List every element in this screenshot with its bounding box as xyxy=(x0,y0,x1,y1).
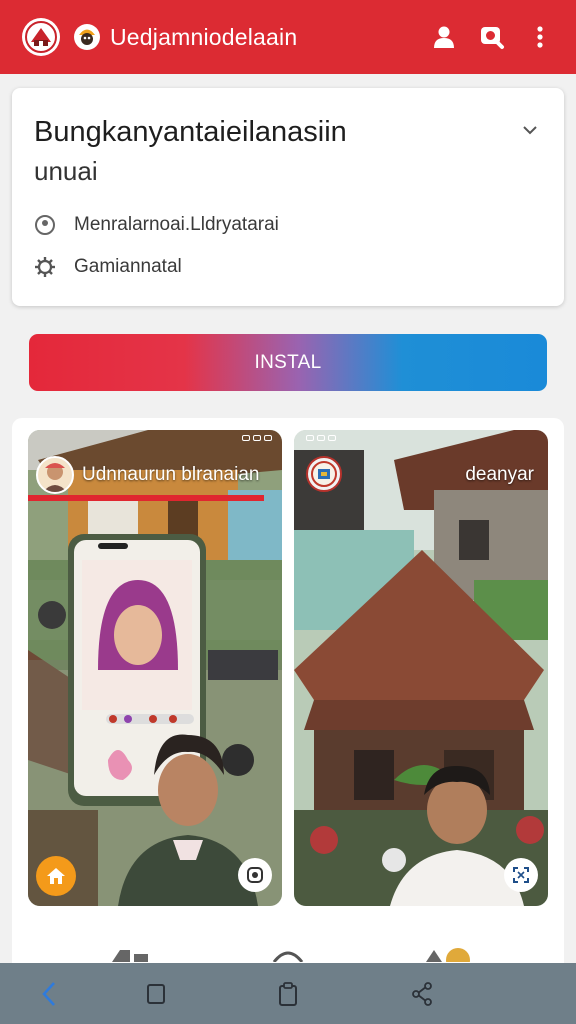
more-vert-icon[interactable] xyxy=(520,17,560,57)
category-text: Gamiannatal xyxy=(74,256,182,277)
install-button[interactable]: INSTAL xyxy=(29,334,547,391)
expand-icon[interactable] xyxy=(504,858,538,892)
app-subtitle: unuai xyxy=(34,156,98,186)
clipboard-icon[interactable] xyxy=(269,975,307,1013)
home-icon[interactable] xyxy=(36,856,76,896)
back-icon[interactable] xyxy=(30,975,68,1013)
system-nav-bar xyxy=(0,963,576,1024)
recents-icon[interactable] xyxy=(137,975,175,1013)
status-indicators xyxy=(242,435,272,441)
avatar xyxy=(36,456,74,494)
chevron-down-icon[interactable] xyxy=(518,118,542,142)
mascot-logo-icon xyxy=(74,24,100,50)
location-text: Menralarnoai.Lldryatarai xyxy=(74,214,279,235)
profile-icon[interactable] xyxy=(424,17,464,57)
village-photo-2 xyxy=(294,430,548,906)
brand-logo-icon[interactable] xyxy=(22,18,60,56)
app-info-card: Bungkanyantaieilanasiin unuai Menralarno… xyxy=(12,88,564,306)
partial-badge-icon xyxy=(426,948,470,962)
location-pin-icon xyxy=(35,215,55,235)
emblem-icon xyxy=(306,456,342,492)
screenshot-2[interactable]: deanyar xyxy=(294,430,548,906)
location-row: Menralarnoai.Lldryatarai xyxy=(34,214,279,236)
search-icon[interactable] xyxy=(472,17,512,57)
header-accent-line xyxy=(28,495,264,501)
camera-icon[interactable] xyxy=(238,858,272,892)
category-row: Gamiannatal xyxy=(34,256,182,278)
screenshot-1[interactable]: Udnnaurun blranaian xyxy=(28,430,282,906)
screenshots-panel: Udnnaurun blranaian deanyar xyxy=(12,418,564,978)
status-indicators xyxy=(306,435,336,441)
app-name: Bungkanyantaieilanasiin xyxy=(34,116,347,148)
app-title: Uedjamniodelaain xyxy=(110,23,298,50)
partial-circle-icon xyxy=(272,951,304,962)
app-bar: Uedjamniodelaain xyxy=(0,0,576,74)
screenshot-1-title: Udnnaurun blranaian xyxy=(82,464,260,485)
share-icon[interactable] xyxy=(403,975,441,1013)
gear-icon xyxy=(35,257,55,277)
screenshot-2-title: deanyar xyxy=(465,464,534,485)
village-photo-1 xyxy=(28,430,282,906)
partial-chart-icon xyxy=(112,950,148,962)
